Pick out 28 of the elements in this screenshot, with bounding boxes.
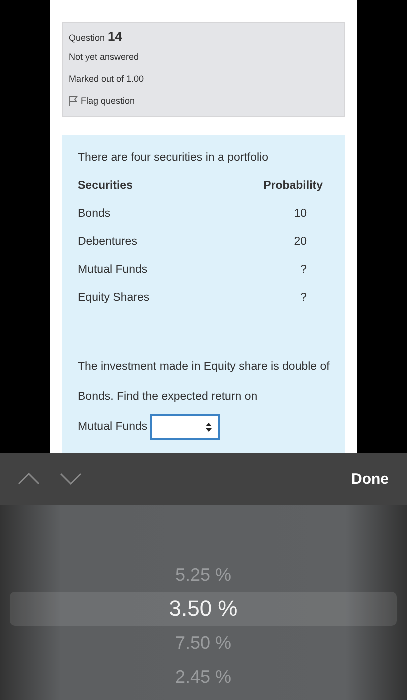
table-cell-text: 20	[293, 236, 308, 250]
column-header: Probability	[262, 180, 324, 194]
picker-option[interactable]: 5.25 %	[10, 558, 397, 592]
table-cell-text: 10	[293, 208, 308, 222]
flag-question-link[interactable]: Flag question	[69, 96, 136, 106]
table-cell-text: Bonds	[78, 208, 112, 222]
picker-option[interactable]: 3.50 %	[10, 592, 397, 626]
table-cell-text: ?	[300, 292, 308, 306]
table-cell-text: Debentures	[78, 236, 138, 250]
question-number: 14	[108, 29, 122, 44]
flag-icon	[69, 96, 78, 106]
answer-status: Not yet answered	[69, 52, 140, 62]
answer-select[interactable]	[150, 414, 220, 440]
column-header: Securities	[78, 180, 134, 194]
table-cell-text: ?	[300, 264, 308, 278]
chevron-down-icon[interactable]	[60, 473, 82, 485]
updown-arrows-icon	[206, 422, 212, 432]
done-button[interactable]: Done	[352, 470, 389, 488]
answer-label: Mutual Funds	[78, 420, 148, 435]
marks-text: Marked out of 1.00	[69, 74, 146, 84]
table-cell-text: Mutual Funds	[78, 264, 149, 278]
table-cell-text: Equity Shares	[78, 292, 151, 306]
question-text: The investment made in Equity share is double of Bonds. Find the expected return on	[78, 360, 330, 405]
picker-option[interactable]: 2.45 %	[10, 660, 397, 694]
question-intro: There are four securities in a portfolio	[78, 152, 270, 164]
chevron-up-icon[interactable]	[18, 473, 40, 485]
picker-option[interactable]: 7.50 %	[10, 626, 397, 660]
question-label: Question	[69, 33, 106, 43]
